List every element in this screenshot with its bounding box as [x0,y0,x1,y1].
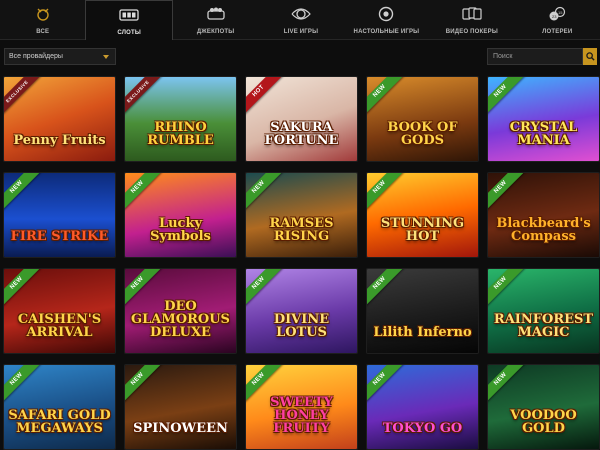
game-title: CRYSTAL MANIA [509,120,578,148]
game-tile[interactable]: Blackbeard's Compass NEW [488,173,599,257]
game-title: Penny Fruits [13,133,106,148]
game-tile[interactable]: FIRE STRIKE NEW [4,173,115,257]
chevron-down-icon [103,55,109,59]
all-games-icon [32,5,54,23]
game-tile[interactable]: CRYSTAL MANIA NEW [488,77,599,161]
tab-slot-machine[interactable]: СЛОТЫ [85,0,173,40]
lottery-icon: 23 15 [546,5,568,23]
game-tile[interactable]: STUNNING HOT NEW [367,173,478,257]
provider-dropdown-value: Все провайдеры [9,53,63,60]
tab-label: ВСЕ [36,29,50,35]
game-tile[interactable]: SWEETY HONEY FRUITY NEW [246,365,357,449]
game-title: BOOK OF GODS [387,120,458,148]
tab-label: НАСТОЛЬНЫЕ ИГРЫ [353,29,420,35]
tab-table-games[interactable]: НАСТОЛЬНЫЕ ИГРЫ [344,0,429,39]
game-tile[interactable]: TOKYO GO NEW [367,365,478,449]
video-poker-icon [461,5,483,23]
game-title: RAINFOREST MAGIC [493,312,594,340]
game-tile[interactable]: DEO GLAMOROUS DELUXE NEW [125,269,236,353]
game-title: Lucky Symbols [150,216,211,244]
provider-dropdown[interactable]: Все провайдеры [4,48,116,65]
game-title: DEO GLAMOROUS DELUXE [131,299,230,340]
tab-lottery[interactable]: 23 15 ЛОТЕРЕИ [515,0,600,39]
game-tile[interactable]: RAINFOREST MAGIC NEW [488,269,599,353]
game-tile[interactable]: SAKURA FORTUNE HOT [246,77,357,161]
category-tabs: ВСЕ СЛОТЫ ДЖЕКПОТЫ LIVE ИГРЫ НАСТОЛЬНЫЕ ИГРЫ… [0,0,600,40]
game-title: SWEETY HONEY FRUITY [270,395,333,436]
game-tile[interactable]: SAFARI GOLD MEGAWAYS NEW [4,365,115,449]
game-tile[interactable]: CAISHEN'S ARRIVAL NEW [4,269,115,353]
live-games-icon [290,5,312,23]
jackpot-icon [205,5,227,23]
svg-text:15: 15 [558,10,563,15]
search-icon [585,52,595,61]
game-title: FIRE STRIKE [10,229,109,244]
game-title: TOKYO GO [382,421,463,436]
game-tile[interactable]: Lucky Symbols NEW [125,173,236,257]
search-button[interactable] [583,48,597,65]
game-title: SPINOWEEN [133,421,228,436]
slot-machine-icon [118,6,140,24]
games-grid: Penny Fruits EXCLUSIVE RHINO RUMBLE EXCLUSI… [4,77,599,449]
game-title: SAKURA FORTUNE [264,120,339,148]
tab-video-poker[interactable]: ВИДЕО ПОКЕРЫ [429,0,514,39]
table-games-icon [375,5,397,23]
game-tile[interactable]: RHINO RUMBLE EXCLUSIVE [125,77,236,161]
tab-label: ДЖЕКПОТЫ [196,29,235,35]
game-title: RAMSES RISING [269,216,334,244]
tab-jackpot[interactable]: ДЖЕКПОТЫ [173,0,258,39]
game-tile[interactable]: Penny Fruits EXCLUSIVE [4,77,115,161]
game-tile[interactable]: RAMSES RISING NEW [246,173,357,257]
tab-live-games[interactable]: LIVE ИГРЫ [258,0,343,39]
tab-label: LIVE ИГРЫ [283,29,319,35]
game-title: CAISHEN'S ARRIVAL [17,312,102,340]
game-tile[interactable]: SPINOWEEN NEW [125,365,236,449]
game-title: SAFARI GOLD MEGAWAYS [8,408,111,436]
tab-label: ВИДЕО ПОКЕРЫ [445,29,498,35]
game-title: DIVINE LOTUS [273,312,330,340]
search-input[interactable] [487,48,583,65]
tab-label: ЛОТЕРЕИ [542,29,573,35]
game-tile[interactable]: DIVINE LOTUS NEW [246,269,357,353]
search-box [487,48,597,65]
game-title: Lilith Inferno [373,325,472,340]
game-title: Blackbeard's Compass [496,216,591,244]
game-tile[interactable]: BOOK OF GODS NEW [367,77,478,161]
game-title: STUNNING HOT [380,216,465,244]
game-title: RHINO RUMBLE [147,120,214,148]
tab-label: СЛОТЫ [117,30,141,36]
svg-text:23: 23 [552,14,557,19]
game-tile[interactable]: Lilith Inferno NEW [367,269,478,353]
game-tile[interactable]: VOODOO GOLD NEW [488,365,599,449]
game-title: VOODOO GOLD [510,408,577,436]
tab-all-games[interactable]: ВСЕ [0,0,85,39]
